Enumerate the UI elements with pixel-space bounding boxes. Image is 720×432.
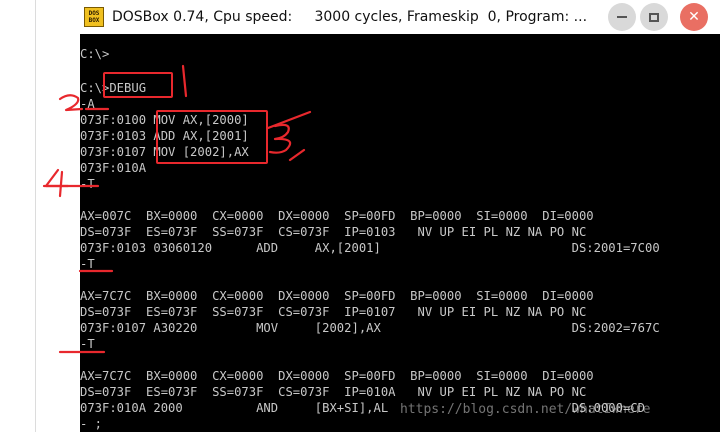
handwritten-annotations [42,64,312,354]
annotation-mark-two [58,94,84,112]
annotation-mark-three [268,123,292,154]
annotation-mark-four [44,168,70,198]
annotation-mark-one [181,64,188,98]
csdn-watermark: https://blog.csdn.net/whatIwhere [400,402,651,417]
